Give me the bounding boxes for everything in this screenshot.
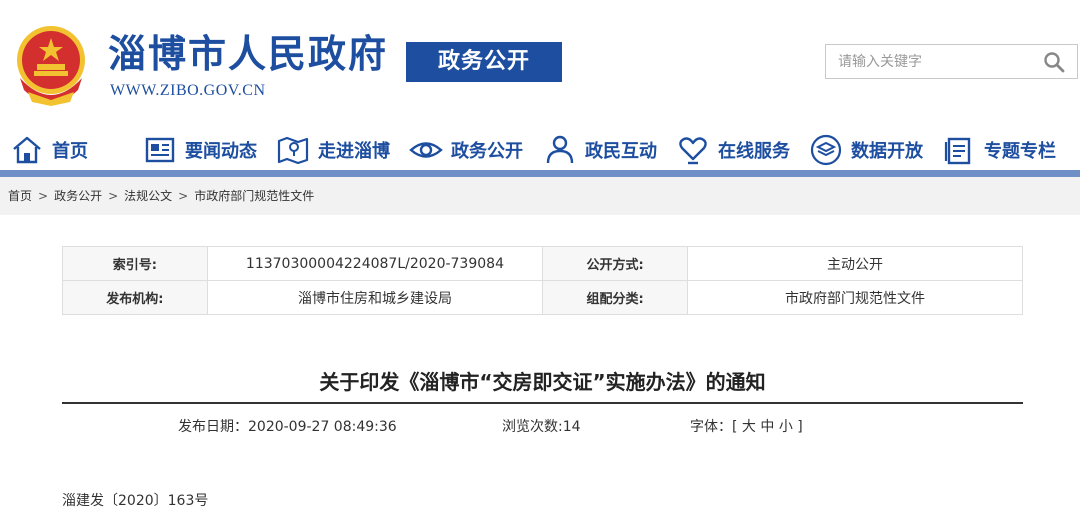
breadcrumb-regulations[interactable]: 法规公文 <box>124 189 172 203</box>
index-value: 11370300004224087L/2020-739084 <box>206 246 544 281</box>
site-url: WWW.ZIBO.GOV.CN <box>110 82 266 99</box>
publisher-value: 淄博市住房和城乡建设局 <box>206 280 544 315</box>
nav-divider <box>0 170 1080 177</box>
font-small-button[interactable]: 小 <box>779 419 793 435</box>
main-nav: 首页 要闻动态 走进淄博 政务公开 政民互动 在线服务 数据开放 专题专栏 <box>0 120 1080 176</box>
font-bracket-open: [ <box>732 419 738 435</box>
font-size-label: 字体： <box>690 419 732 435</box>
site-header: 淄博市人民政府 WWW.ZIBO.GOV.CN 政务公开 <box>0 0 1080 118</box>
search-box <box>825 44 1078 79</box>
nav-label: 要闻动态 <box>185 141 257 162</box>
document-number: 淄建发〔2020〕163号 <box>62 493 209 509</box>
disclosure-value: 主动公开 <box>686 246 1024 281</box>
nav-item-online-service[interactable]: 在线服务 <box>676 130 790 170</box>
document-info-table: 索引号: 11370300004224087L/2020-739084 公开方式… <box>62 246 1024 315</box>
breadcrumb-gov-affairs[interactable]: 政务公开 <box>54 189 102 203</box>
document-icon <box>944 137 971 165</box>
nav-label: 首页 <box>52 141 88 162</box>
font-bracket-close: ] <box>797 419 803 435</box>
font-size-control: 字体：[ 大 中 小 ] <box>690 416 803 436</box>
map-icon <box>277 136 309 165</box>
nav-label: 政务公开 <box>451 141 523 162</box>
publisher-label: 发布机构: <box>62 280 208 315</box>
breadcrumb-separator: > <box>38 189 49 203</box>
category-value: 市政府部门规范性文件 <box>686 280 1024 315</box>
nav-label: 专题专栏 <box>984 141 1056 162</box>
breadcrumb: 首页 > 政务公开 > 法规公文 > 市政府部门规范性文件 <box>0 177 1080 215</box>
index-label: 索引号: <box>62 246 208 281</box>
breadcrumb-separator: > <box>108 189 119 203</box>
search-input[interactable] <box>838 51 1038 73</box>
font-medium-button[interactable]: 中 <box>760 419 774 435</box>
nav-item-home[interactable]: 首页 <box>10 130 88 170</box>
nav-item-about-zibo[interactable]: 走进淄博 <box>276 130 390 170</box>
view-count-value: 14 <box>562 419 581 435</box>
view-count-label: 浏览次数: <box>502 419 563 435</box>
nav-item-interaction[interactable]: 政民互动 <box>543 130 657 170</box>
document-title: 关于印发《淄博市“交房即交证”实施办法》的通知 <box>319 370 766 394</box>
view-count: 浏览次数:14 <box>502 416 581 436</box>
nav-label: 在线服务 <box>718 141 790 162</box>
home-icon <box>13 136 41 164</box>
publish-date: 发布日期：2020-09-27 08:49:36 <box>178 416 397 436</box>
disclosure-label: 公开方式: <box>542 246 688 281</box>
layers-icon <box>810 134 842 166</box>
search-icon[interactable] <box>1043 51 1065 73</box>
nav-label: 政民互动 <box>585 141 657 162</box>
nav-label: 数据开放 <box>851 141 923 162</box>
nav-item-gov-affairs[interactable]: 政务公开 <box>409 130 523 170</box>
national-emblem-icon <box>17 26 85 106</box>
eye-icon <box>409 142 443 158</box>
nav-item-open-data[interactable]: 数据开放 <box>809 130 923 170</box>
breadcrumb-separator: > <box>178 189 189 203</box>
nav-item-topics[interactable]: 专题专栏 <box>942 130 1056 170</box>
breadcrumb-normative-docs[interactable]: 市政府部门规范性文件 <box>194 189 314 203</box>
font-large-button[interactable]: 大 <box>742 419 756 435</box>
nav-label: 走进淄博 <box>318 141 390 162</box>
section-badge[interactable]: 政务公开 <box>406 42 562 82</box>
category-label: 组配分类: <box>542 280 688 315</box>
site-title: 淄博市人民政府 <box>108 32 389 76</box>
publish-date-label: 发布日期： <box>178 419 248 435</box>
news-icon <box>145 137 175 163</box>
table-row: 发布机构: 淄博市住房和城乡建设局 组配分类: 市政府部门规范性文件 <box>62 280 1024 315</box>
people-icon <box>546 135 574 164</box>
nav-item-news[interactable]: 要闻动态 <box>143 130 257 170</box>
table-row: 索引号: 11370300004224087L/2020-739084 公开方式… <box>62 246 1024 281</box>
title-divider <box>62 402 1023 404</box>
publish-date-value: 2020-09-27 08:49:36 <box>248 419 397 435</box>
heart-hand-icon <box>679 137 707 165</box>
breadcrumb-home[interactable]: 首页 <box>8 189 32 203</box>
